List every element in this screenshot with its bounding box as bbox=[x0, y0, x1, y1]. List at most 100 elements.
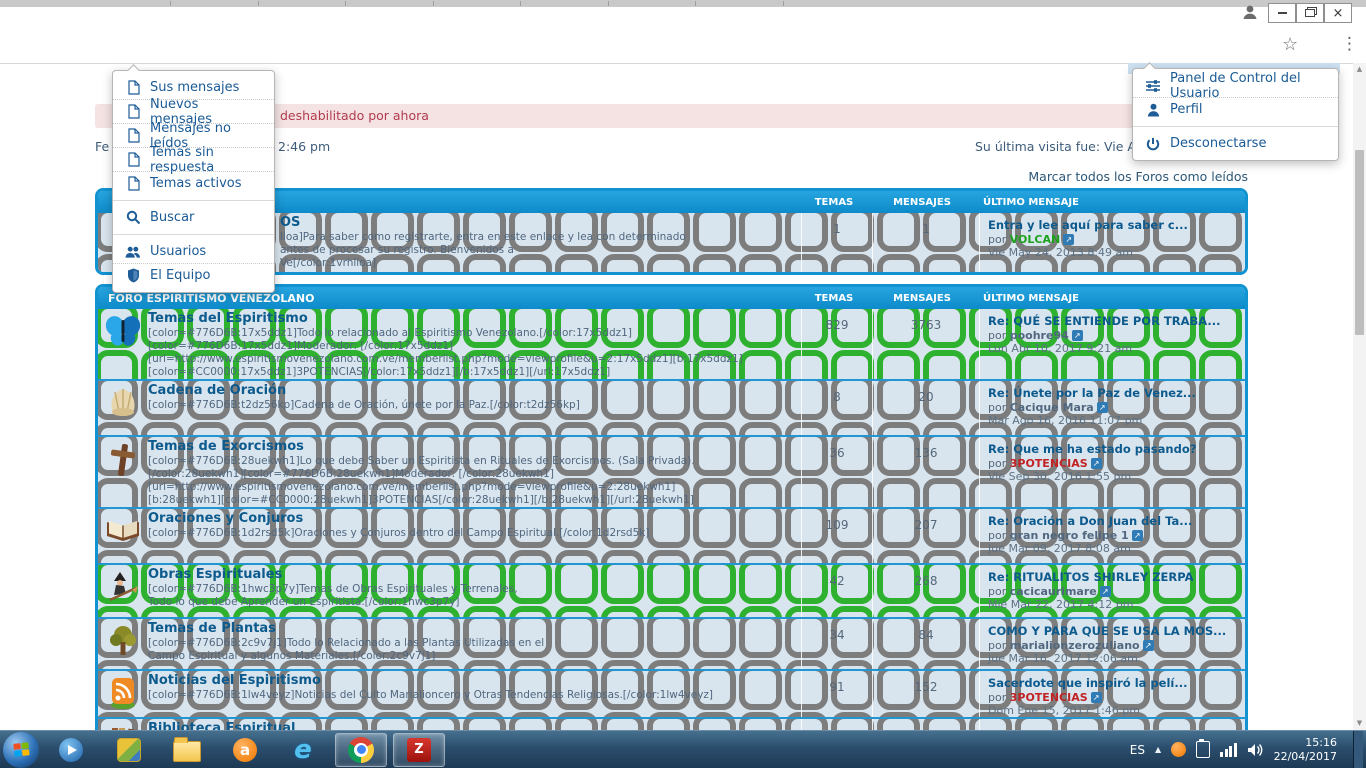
tab-separator bbox=[783, 1, 784, 6]
menu-item-label: El Equipo bbox=[150, 268, 210, 283]
last-post-author[interactable]: Cacique Mara bbox=[1010, 401, 1094, 414]
volume-tray-icon[interactable] bbox=[1247, 742, 1264, 758]
menu-item-temas-activos[interactable]: Temas activos bbox=[113, 171, 274, 195]
page-icon bbox=[125, 80, 141, 96]
chrome-icon[interactable] bbox=[335, 733, 387, 767]
menu-item-nuevos-mensajes[interactable]: Nuevos mensajes bbox=[113, 99, 274, 123]
menu-item-mensajes-no-leidos[interactable]: Mensajes no leídos bbox=[113, 123, 274, 147]
menu-item-label: Usuarios bbox=[150, 244, 206, 259]
sliders-icon bbox=[1145, 78, 1161, 94]
last-post-link[interactable]: Re: RITUALITOS SHIRLEY ZERPA bbox=[988, 570, 1241, 584]
last-post-author[interactable]: marialionzerozuliano bbox=[1010, 639, 1140, 652]
filezilla-icon[interactable]: Z bbox=[393, 733, 445, 767]
external-link-icon[interactable]: ↗ bbox=[1143, 640, 1154, 651]
external-link-icon[interactable]: ↗ bbox=[1132, 530, 1143, 541]
topics-count: 829 bbox=[801, 309, 872, 379]
forum-title-link[interactable]: Temas del Espiritismo bbox=[148, 311, 801, 327]
scrollbar-thumb[interactable] bbox=[1355, 150, 1364, 335]
forum-title-link[interactable]: Obras Espirituales bbox=[148, 567, 801, 583]
forum-row[interactable]: Cadena de Oración[color=#776D6B:t2dz56kp… bbox=[98, 379, 1245, 435]
browser-menu-icon[interactable]: ⋮ bbox=[1341, 34, 1358, 54]
page-scrollbar[interactable]: ▲ ▼ bbox=[1353, 63, 1366, 730]
last-post-author[interactable]: 3POTENCIAS bbox=[1010, 457, 1088, 470]
menu-item-buscar[interactable]: Buscar bbox=[113, 200, 274, 229]
avast-tray-icon[interactable] bbox=[1171, 742, 1186, 757]
show-desktop-button[interactable] bbox=[1353, 731, 1363, 768]
minimize-icon bbox=[1278, 12, 1287, 14]
scroll-up-arrow[interactable]: ▲ bbox=[1353, 63, 1366, 76]
forum-row[interactable]: Obras Espirituales[color=#776D6B:1hwc3p7… bbox=[98, 563, 1245, 617]
window-close-button[interactable] bbox=[1324, 3, 1352, 23]
mark-forums-read-link[interactable]: Marcar todos los Foros como leídos bbox=[1028, 169, 1248, 184]
avast-icon[interactable]: a bbox=[219, 733, 271, 767]
menu-item-label: Panel de Control del Usuario bbox=[1170, 71, 1326, 101]
external-link-icon[interactable]: ↗ bbox=[1063, 234, 1074, 245]
external-link-icon[interactable]: ↗ bbox=[1072, 330, 1083, 341]
browser-profile-icon[interactable] bbox=[1241, 3, 1259, 21]
forum-title-link[interactable]: Temas de Exorcismos bbox=[148, 439, 801, 455]
menu-item-panel-de-control-del-usuario[interactable]: Panel de Control del Usuario bbox=[1133, 74, 1338, 97]
last-post-author[interactable]: cacicaurimare bbox=[1010, 585, 1097, 598]
media-player-icon[interactable] bbox=[45, 733, 97, 767]
scroll-down-arrow[interactable]: ▼ bbox=[1353, 717, 1366, 730]
tab-separator bbox=[695, 1, 696, 6]
last-post-link[interactable]: Re: Que me ha estado pasando? bbox=[988, 442, 1241, 456]
shell-icon bbox=[106, 386, 140, 435]
last-post-date: Jue Mar 09, 2017 8:08 am bbox=[988, 542, 1241, 555]
menu-item-perfil[interactable]: Perfil bbox=[1133, 97, 1338, 121]
photo-viewer-icon[interactable] bbox=[103, 733, 155, 767]
window-minimize-button[interactable] bbox=[1268, 3, 1296, 23]
external-link-icon[interactable]: ↗ bbox=[1091, 692, 1102, 703]
menu-item-el-equipo[interactable]: El Equipo bbox=[113, 263, 274, 287]
external-link-icon[interactable]: ↗ bbox=[1091, 458, 1102, 469]
start-button[interactable] bbox=[3, 732, 39, 768]
forum-title-link[interactable]: OS bbox=[280, 215, 801, 231]
browser-toolbar bbox=[0, 7, 1366, 64]
clipboard-tray-icon[interactable] bbox=[1196, 741, 1210, 758]
last-post-author[interactable]: gran negro felipe 1 bbox=[1010, 529, 1129, 542]
external-link-icon[interactable]: ↗ bbox=[1100, 586, 1111, 597]
tab-separator bbox=[258, 1, 259, 6]
last-post-link[interactable]: Re: Oración a Don Juan del Ta... bbox=[988, 514, 1241, 528]
menu-item-usuarios[interactable]: Usuarios bbox=[113, 234, 274, 263]
last-post-link[interactable]: Entra y lee aquí para saber c... bbox=[988, 218, 1241, 232]
menu-item-temas-sin-respuesta[interactable]: Temas sin respuesta bbox=[113, 147, 274, 171]
internet-explorer-icon[interactable]: e bbox=[277, 733, 329, 767]
last-post-author[interactable]: VOLCAN bbox=[1010, 233, 1060, 246]
forum-row[interactable]: Noticias del Espiritismo[color=#776D6B:1… bbox=[98, 669, 1245, 717]
last-post-link[interactable]: Re: Únete por la Paz de Venez... bbox=[988, 386, 1241, 400]
last-post-link[interactable]: Sacerdote que inspiró la pelí... bbox=[988, 676, 1241, 690]
column-header-messages: MENSAJES bbox=[869, 293, 975, 304]
column-header-messages: MENSAJES bbox=[869, 197, 975, 208]
forum-row[interactable]: Temas del Espiritismo[color=#776D6B:17x5… bbox=[98, 309, 1245, 379]
language-indicator[interactable]: ES bbox=[1130, 743, 1145, 757]
taskbar-clock[interactable]: 15:16 22/04/2017 bbox=[1274, 736, 1337, 764]
last-post-cell: COMO Y PARA QUE SE USA LA MOS...por mari… bbox=[979, 619, 1245, 669]
file-explorer-icon[interactable] bbox=[161, 733, 213, 767]
tab-separator bbox=[170, 1, 171, 6]
hidden-icons-caret[interactable]: ▲ bbox=[1155, 745, 1161, 754]
forum-title-link[interactable]: Cadena de Oración bbox=[148, 383, 801, 399]
last-post-link[interactable]: COMO Y PARA QUE SE USA LA MOS... bbox=[988, 624, 1241, 638]
last-post-author[interactable]: 3POTENCIAS bbox=[1010, 691, 1088, 704]
bookmark-star-icon[interactable]: ☆ bbox=[1282, 34, 1298, 55]
forum-row[interactable]: Temas de Plantas[color=#776D6B:2c9v7j1]T… bbox=[98, 617, 1245, 669]
forum-row[interactable]: Oraciones y Conjuros[color=#776D6B:1d2rs… bbox=[98, 507, 1245, 563]
tab-separator bbox=[433, 1, 434, 6]
forum-title-link[interactable]: Noticias del Espiritismo bbox=[148, 673, 801, 689]
network-tray-icon[interactable] bbox=[1220, 743, 1237, 757]
forum-info-cell: Noticias del Espiritismo[color=#776D6B:1… bbox=[148, 671, 801, 717]
window-restore-button[interactable] bbox=[1296, 3, 1324, 23]
menu-item-label: Temas activos bbox=[150, 176, 242, 191]
shield-icon bbox=[125, 268, 141, 284]
forum-title-link[interactable]: Oraciones y Conjuros bbox=[148, 511, 801, 527]
menu-item-desconectarse[interactable]: Desconectarse bbox=[1133, 126, 1338, 155]
forum-row[interactable]: Temas de Exorcismos[color=#776D6B:28uekw… bbox=[98, 435, 1245, 507]
external-link-icon[interactable]: ↗ bbox=[1097, 402, 1108, 413]
category-title: FORO ESPIRITISMO VENEZOLANO bbox=[98, 292, 799, 305]
menu-item-label: Temas sin respuesta bbox=[150, 145, 262, 175]
last-post-author[interactable]: poohre94 bbox=[1010, 329, 1069, 342]
forum-title-link[interactable]: Temas de Plantas bbox=[148, 621, 801, 637]
last-post-link[interactable]: Re: QUÉ SE ENTIENDE POR TRABA... bbox=[988, 314, 1241, 328]
messages-count: 152 bbox=[872, 671, 979, 717]
